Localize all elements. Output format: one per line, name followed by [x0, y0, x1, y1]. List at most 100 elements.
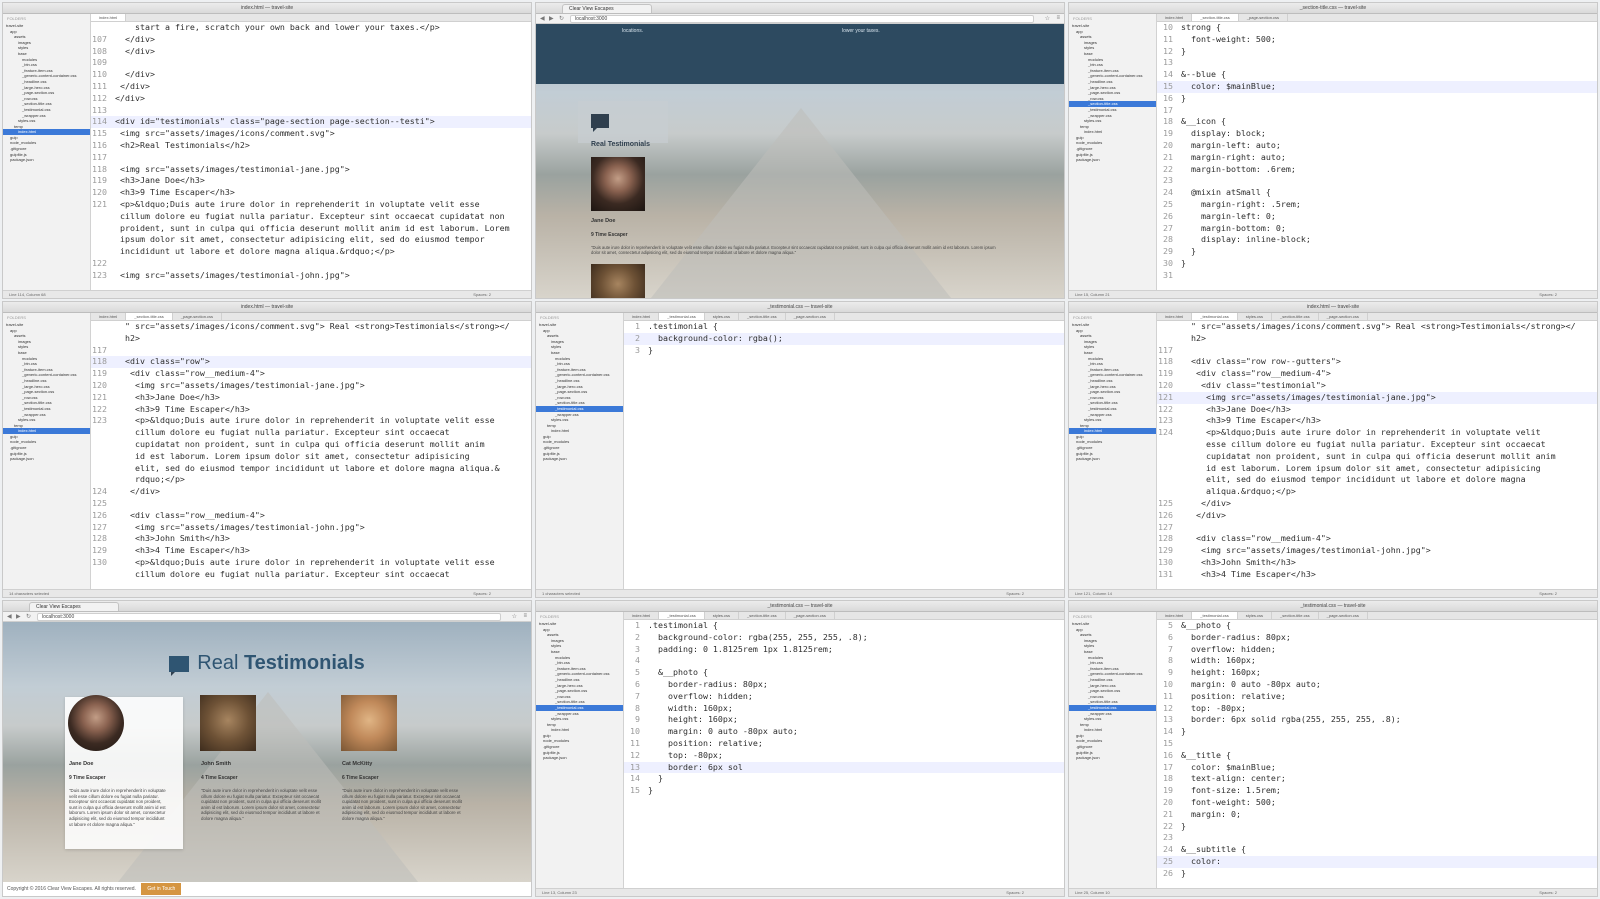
reload-icon[interactable]: ↻: [559, 15, 564, 22]
code-line[interactable]: 19 display: block;: [1157, 128, 1597, 140]
editor-tab[interactable]: _section-title.css: [1272, 612, 1319, 619]
code-line[interactable]: 123 <img src="assets/images/testimonial-…: [91, 270, 531, 282]
code-line[interactable]: 27 margin-bottom: 0;: [1157, 223, 1597, 235]
code-line[interactable]: proident, sunt in culpa qui officia dese…: [91, 223, 531, 235]
code-line[interactable]: 5 &__photo {: [1157, 620, 1597, 632]
code-line[interactable]: 3}: [624, 345, 1064, 357]
code-line[interactable]: cupidatat non proident, sunt in culpa qu…: [91, 439, 531, 451]
code-line[interactable]: 12}: [1157, 46, 1597, 58]
back-icon[interactable]: ◀: [7, 613, 12, 620]
editor-tabs[interactable]: index.html _testimonial.css styles.css _sec…: [1157, 612, 1597, 620]
code-line[interactable]: 113: [91, 105, 531, 117]
address-bar[interactable]: localhost:3000: [37, 613, 501, 621]
code-line[interactable]: 120 <img src="assets/images/testimonial-…: [91, 380, 531, 392]
code-line[interactable]: 129 <h3>4 Time Escaper</h3>: [91, 545, 531, 557]
sidebar-file-tree[interactable]: FOLDERS travel-site app assets images styles b…: [1069, 14, 1157, 290]
code-line[interactable]: 9 height: 160px;: [1157, 667, 1597, 679]
code-line[interactable]: 12 top: -80px;: [1157, 703, 1597, 715]
code-line[interactable]: 11 font-weight: 500;: [1157, 34, 1597, 46]
code-line[interactable]: 11 position: relative;: [1157, 691, 1597, 703]
code-line[interactable]: 24 @mixin atSmall {: [1157, 187, 1597, 199]
code-line[interactable]: 119 <div class="row__medium-4">: [91, 368, 531, 380]
sidebar-file-item[interactable]: package.json: [3, 456, 90, 462]
browser-tab[interactable]: Clear View Escapes: [29, 602, 119, 611]
code-line[interactable]: 7 overflow: hidden;: [1157, 644, 1597, 656]
code-line[interactable]: 125: [91, 498, 531, 510]
code-line[interactable]: 121 <p>&ldquo;Duis aute irure dolor in r…: [91, 199, 531, 211]
code-line[interactable]: 111 </div>: [91, 81, 531, 93]
code-line[interactable]: id est laborum. Lorem ipsum dolor sit am…: [1157, 463, 1597, 475]
code-line[interactable]: 5 &__photo {: [624, 667, 1064, 679]
code-line[interactable]: 24 &__subtitle {: [1157, 844, 1597, 856]
bookmark-icon[interactable]: ☆: [512, 613, 517, 620]
code-line[interactable]: h2>: [91, 333, 531, 345]
code-area[interactable]: 5 &__photo {6 border-radius: 80px; 7 overf…: [1157, 620, 1597, 888]
code-line[interactable]: 17 color: $mainBlue;: [1157, 762, 1597, 774]
code-line[interactable]: 117: [91, 345, 531, 357]
code-line[interactable]: 15 color: $mainBlue;: [1157, 80, 1597, 93]
code-line[interactable]: 20 font-weight: 500;: [1157, 797, 1597, 809]
editor-tab[interactable]: styles.css: [705, 313, 740, 320]
code-line[interactable]: 123 <p>&ldquo;Duis aute irure dolor in r…: [91, 415, 531, 427]
code-line[interactable]: start a fire, scratch your own back and …: [91, 22, 531, 34]
sidebar-file-item[interactable]: package.json: [1069, 755, 1156, 761]
editor-tab[interactable]: _page-section.css: [786, 313, 835, 320]
editor-tab[interactable]: _page-section.css: [173, 313, 223, 320]
code-line[interactable]: 6 border-radius: 80px;: [624, 679, 1064, 691]
code-line[interactable]: " src="assets/images/icons/comment.svg">…: [91, 321, 531, 333]
code-line[interactable]: ipsum dolor sit amet, consectetur adipis…: [91, 234, 531, 246]
code-area[interactable]: 1 .testimonial {2 background-color: rgba(…: [624, 620, 1064, 888]
code-line[interactable]: cillum dolore eu fugiat nulla pariatur. …: [91, 569, 531, 581]
code-line[interactable]: cupidatat non proident, sunt in culpa qu…: [1157, 451, 1597, 463]
code-line[interactable]: 1 .testimonial {: [624, 620, 1064, 632]
code-area[interactable]: start a fire, scratch your own back and …: [91, 22, 531, 290]
code-line[interactable]: 114 <div id="testimonials" class="page-se…: [91, 116, 531, 129]
editor-tab[interactable]: _page-section.css: [1239, 14, 1289, 21]
reload-icon[interactable]: ↻: [26, 613, 31, 620]
sidebar-file-tree[interactable]: FOLDERS travel-site app assets images styles b…: [536, 612, 624, 888]
editor-tab[interactable]: index.html: [624, 612, 660, 619]
sidebar-file-item[interactable]: package.json: [1069, 157, 1156, 163]
code-line[interactable]: 18 text-align: center;: [1157, 773, 1597, 785]
code-line[interactable]: 25 margin-right: .5rem;: [1157, 199, 1597, 211]
code-area[interactable]: " src="assets/images/icons/comment.svg">…: [91, 321, 531, 589]
code-line[interactable]: 10 strong {: [1157, 22, 1597, 34]
code-line[interactable]: 8 width: 160px;: [624, 703, 1064, 715]
code-line[interactable]: esse cillum dolore eu fugiat nulla paria…: [1157, 439, 1597, 451]
bookmark-icon[interactable]: ☆: [1045, 15, 1050, 22]
editor-tab[interactable]: index.html: [1157, 14, 1193, 21]
editor-tab[interactable]: _testimonial.css: [659, 612, 705, 619]
code-line[interactable]: 23: [1157, 175, 1597, 187]
editor-tabs[interactable]: index.html _testimonial.css styles.css _sec…: [624, 313, 1064, 321]
code-line[interactable]: 110 </div>: [91, 69, 531, 81]
code-line[interactable]: 29 }: [1157, 246, 1597, 258]
editor-tab[interactable]: _section-title.css: [1272, 313, 1319, 320]
code-line[interactable]: 30}: [1157, 258, 1597, 270]
code-line[interactable]: 129 <img src="assets/images/testimonial-…: [1157, 545, 1597, 557]
editor-tab[interactable]: _page-section.css: [1319, 612, 1368, 619]
forward-icon[interactable]: ▶: [549, 15, 554, 22]
code-line[interactable]: 120 <div class="testimonial">: [1157, 380, 1597, 392]
sidebar-file-tree[interactable]: FOLDERS travel-site app assets images styles b…: [536, 313, 624, 589]
editor-tab[interactable]: _testimonial.css: [659, 313, 705, 320]
editor-tab[interactable]: index.html: [1157, 313, 1193, 320]
sidebar-file-item[interactable]: package.json: [536, 456, 623, 462]
code-line[interactable]: h2>: [1157, 333, 1597, 345]
code-line[interactable]: 130 <h3>John Smith</h3>: [1157, 557, 1597, 569]
editor-tab[interactable]: _section-title.css: [739, 612, 786, 619]
code-line[interactable]: 26}: [1157, 868, 1597, 880]
code-line[interactable]: 118 <img src="assets/images/testimonial-…: [91, 164, 531, 176]
sidebar-file-item[interactable]: package.json: [3, 157, 90, 163]
code-line[interactable]: 119 <div class="row__medium-4">: [1157, 368, 1597, 380]
code-line[interactable]: 109: [91, 57, 531, 69]
editor-tab[interactable]: index.html: [91, 14, 127, 21]
editor-tabs[interactable]: index.html _section-title.css _page-sectio…: [91, 313, 531, 321]
code-line[interactable]: 31: [1157, 270, 1597, 282]
editor-tab[interactable]: styles.css: [705, 612, 740, 619]
code-line[interactable]: elit, sed do eiusmod tempor incididunt u…: [91, 463, 531, 475]
code-line[interactable]: 118 <div class="row">: [91, 356, 531, 369]
code-line[interactable]: 128 <h3>John Smith</h3>: [91, 533, 531, 545]
code-line[interactable]: 3 padding: 0 1.8125rem 1px 1.8125rem;: [624, 644, 1064, 656]
code-line[interactable]: 28 display: inline-block;: [1157, 234, 1597, 246]
sidebar-file-tree[interactable]: FOLDERS travel-site app assets images styles b…: [3, 313, 91, 589]
